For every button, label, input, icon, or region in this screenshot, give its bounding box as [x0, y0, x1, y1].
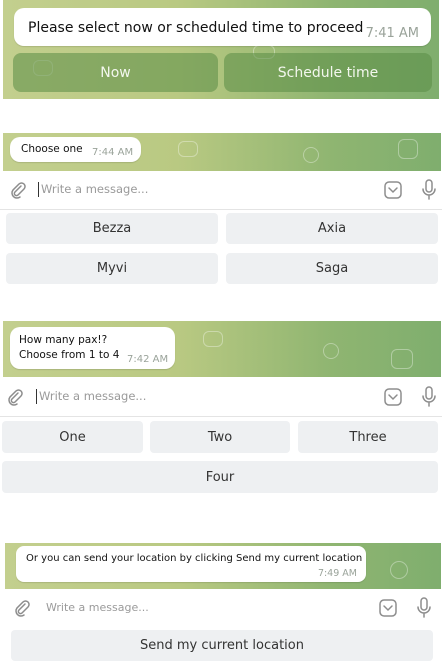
- message-bubble: Choose one 7:44 AM: [10, 137, 141, 162]
- composer-bar: Write a message...: [0, 378, 442, 417]
- message-bubble: Please select now or scheduled time to p…: [14, 8, 431, 46]
- keyboard-button-two[interactable]: Two: [150, 421, 290, 453]
- text-cursor: [36, 389, 37, 404]
- keyboard-button-axia[interactable]: Axia: [226, 213, 438, 244]
- message-time: 7:44 AM: [92, 147, 134, 158]
- message-input[interactable]: Write a message...: [46, 601, 149, 614]
- message-time: 7:42 AM: [127, 354, 169, 365]
- keyboard-button-three[interactable]: Three: [298, 421, 438, 453]
- microphone-icon[interactable]: [421, 179, 437, 201]
- microphone-icon[interactable]: [416, 597, 432, 619]
- keyboard-button-bezza[interactable]: Bezza: [6, 213, 218, 244]
- attach-icon[interactable]: [13, 599, 31, 617]
- message-bubble: Or you can send your location by clickin…: [16, 546, 366, 582]
- microphone-icon[interactable]: [421, 386, 437, 408]
- schedule-time-button[interactable]: Schedule time: [224, 53, 432, 92]
- attach-icon[interactable]: [6, 388, 24, 406]
- now-button[interactable]: Now: [13, 53, 218, 92]
- message-bubble: How many pax!? Choose from 1 to 4 7:42 A…: [10, 327, 175, 369]
- message-time: 7:49 AM: [317, 568, 357, 579]
- text-cursor: [38, 182, 39, 197]
- attach-icon[interactable]: [9, 181, 27, 199]
- message-input[interactable]: Write a message...: [39, 389, 146, 403]
- keyboard-button-four[interactable]: Four: [2, 461, 438, 493]
- send-location-button[interactable]: Send my current location: [11, 630, 433, 661]
- keyboard-button-myvi[interactable]: Myvi: [6, 253, 218, 284]
- composer-bar: Write a message...: [0, 590, 442, 626]
- message-text: Please select now or scheduled time to p…: [28, 20, 364, 36]
- sticker-icon[interactable]: [378, 598, 398, 618]
- message-text-line2: Choose from 1 to 4: [19, 349, 120, 361]
- message-text: Choose one: [21, 143, 83, 155]
- message-time: 7:41 AM: [365, 26, 419, 41]
- sticker-icon[interactable]: [383, 387, 403, 407]
- composer-bar: Write a message...: [0, 171, 442, 210]
- message-input[interactable]: Write a message...: [41, 182, 148, 196]
- message-text-line1: How many pax!?: [19, 334, 108, 346]
- message-text: Or you can send your location by clickin…: [26, 553, 363, 564]
- keyboard-button-one[interactable]: One: [2, 421, 143, 453]
- sticker-icon[interactable]: [383, 180, 403, 200]
- keyboard-button-saga[interactable]: Saga: [226, 253, 438, 284]
